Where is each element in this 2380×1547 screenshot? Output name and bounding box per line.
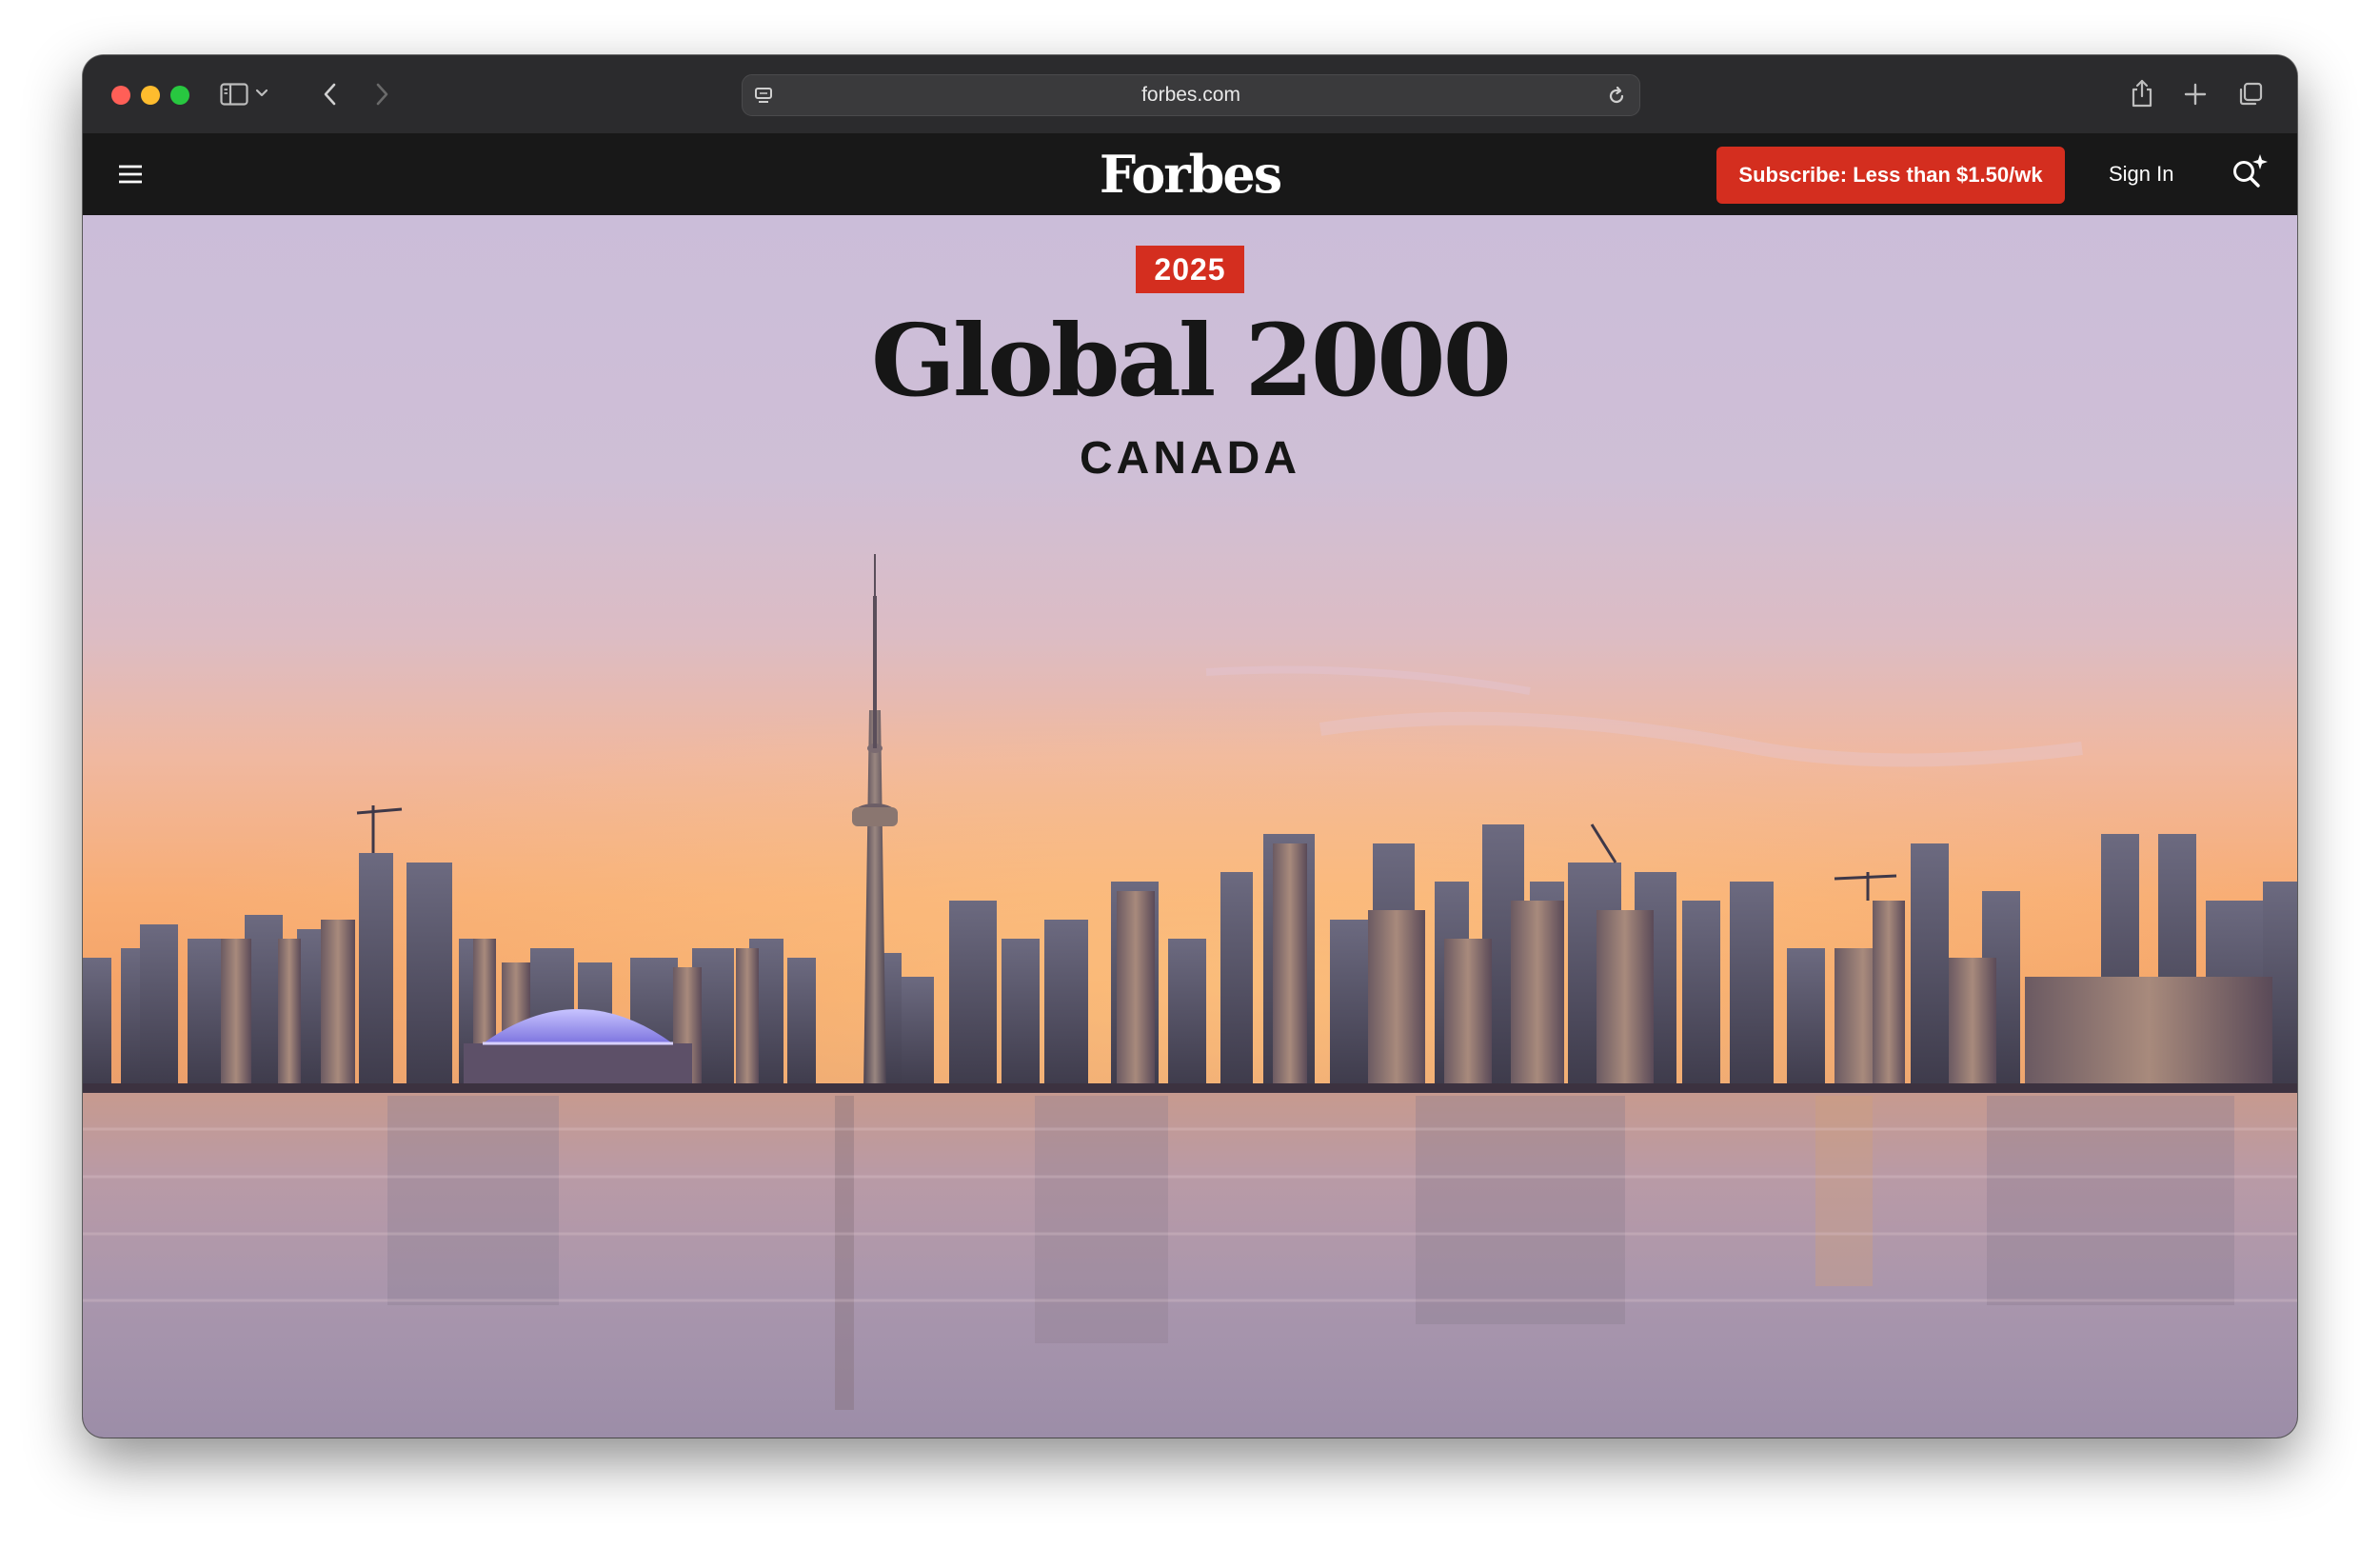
search-sparkle-icon[interactable] <box>2229 150 2271 192</box>
chevron-down-icon[interactable] <box>254 86 269 101</box>
year-badge: 2025 <box>1136 246 1244 293</box>
close-window-button[interactable] <box>111 86 130 105</box>
subscribe-button[interactable]: Subscribe: Less than $1.50/wk <box>1716 147 2065 204</box>
sign-in-link[interactable]: Sign In <box>2109 133 2174 215</box>
address-bar[interactable]: forbes.com <box>742 74 1640 116</box>
zoom-window-button[interactable] <box>170 86 189 105</box>
plus-icon[interactable] <box>2181 80 2210 109</box>
minimize-window-button[interactable] <box>141 86 160 105</box>
hero-banner: 2025 Global 2000 CANADA <box>83 215 2297 1438</box>
chevron-right-icon[interactable] <box>370 80 393 109</box>
chevron-left-icon[interactable] <box>319 80 342 109</box>
reload-icon[interactable] <box>1605 85 1628 108</box>
web-content: Forbes Subscribe: Less than $1.50/wk Sig… <box>83 133 2297 1438</box>
tab-overview-icon[interactable] <box>2236 80 2265 109</box>
browser-window: forbes.com Forbes Subscribe: Less than $… <box>83 55 2297 1438</box>
site-header: Forbes Subscribe: Less than $1.50/wk Sig… <box>83 133 2297 215</box>
page-title: Global 2000 <box>871 302 1512 419</box>
sidebar-icon[interactable] <box>219 80 249 109</box>
page-subtitle: CANADA <box>1080 433 1300 484</box>
browser-toolbar: forbes.com <box>83 55 2297 134</box>
share-icon[interactable] <box>2128 76 2156 110</box>
url-text[interactable]: forbes.com <box>743 75 1639 115</box>
